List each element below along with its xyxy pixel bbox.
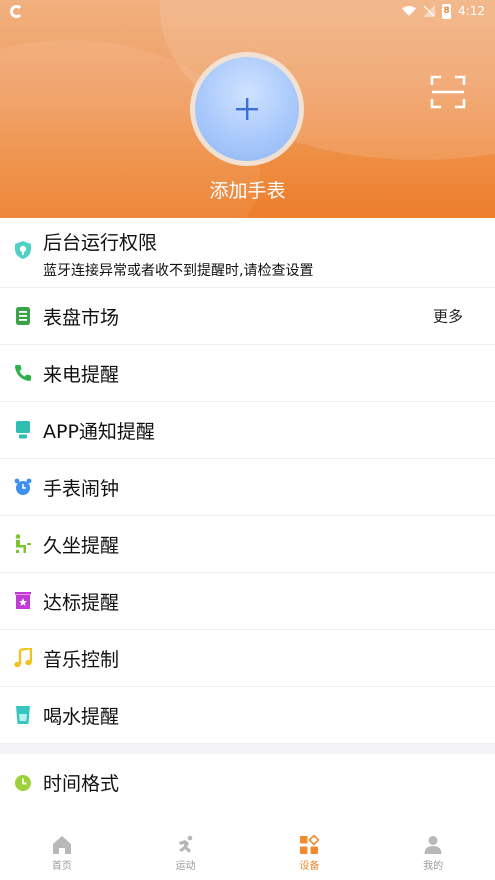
menu-label: 来电提醒 <box>43 363 120 386</box>
water-icon <box>13 705 33 725</box>
menu-label: 音乐控制 <box>43 648 120 671</box>
music-icon <box>13 648 33 668</box>
menu-label: 喝水提醒 <box>43 705 120 728</box>
menu-label: 达标提醒 <box>43 591 120 614</box>
menu-label: 表盘市场 <box>43 306 120 329</box>
tab-label: 运动 <box>175 861 196 872</box>
menu-label: 久坐提醒 <box>43 534 120 557</box>
clock-icon <box>13 773 33 793</box>
menu-label: APP通知提醒 <box>43 420 155 443</box>
home-icon <box>52 836 71 854</box>
profile-icon <box>424 836 442 854</box>
watch-face-market-row[interactable]: 表盘市场 更多 <box>0 288 495 345</box>
menu-label: 手表闹钟 <box>43 477 120 500</box>
alarm-icon <box>13 477 33 497</box>
sedentary-icon <box>13 534 33 554</box>
tab-profile[interactable]: 我的 <box>371 820 495 880</box>
watch-alarm-row[interactable]: 手表闹钟 <box>0 459 495 516</box>
status-time: 4:12 <box>458 4 485 18</box>
goal-reminder-row[interactable]: 达标提醒 <box>0 573 495 630</box>
incoming-call-reminder-row[interactable]: 来电提醒 <box>0 345 495 402</box>
app-notification-row[interactable]: APP通知提醒 <box>0 402 495 459</box>
time-format-row[interactable]: 时间格式 <box>0 754 495 811</box>
section-divider <box>0 744 495 754</box>
watch-face-icon <box>13 306 33 326</box>
status-bar: 8 4:12 <box>0 0 495 22</box>
menu-label: 时间格式 <box>43 773 120 795</box>
permission-title: 后台运行权限 <box>43 232 158 254</box>
scan-icon <box>430 75 466 109</box>
add-watch-button[interactable] <box>190 52 304 166</box>
tab-sport[interactable]: 运动 <box>124 820 248 880</box>
sedentary-reminder-row[interactable]: 久坐提醒 <box>0 516 495 573</box>
background-permission-row[interactable]: 后台运行权限 蓝牙连接异常或者收不到提醒时,请检查设置 <box>0 218 495 288</box>
add-watch-label: 添加手表 <box>209 180 286 202</box>
battery-icon: 8 <box>442 3 452 19</box>
plus-icon <box>236 98 258 120</box>
tab-label: 设备 <box>299 861 320 872</box>
more-link[interactable]: 更多 <box>433 306 463 327</box>
drink-water-reminder-row[interactable]: 喝水提醒 <box>0 687 495 744</box>
phone-icon <box>13 363 33 383</box>
scan-button[interactable] <box>430 74 466 110</box>
shield-icon <box>13 240 33 260</box>
run-icon <box>178 835 192 853</box>
header-banner: 添加手表 <box>0 0 495 218</box>
no-signal-icon <box>423 5 436 17</box>
goal-icon <box>13 591 33 611</box>
notification-icon <box>13 420 33 440</box>
device-icon <box>300 835 320 854</box>
permission-subtitle: 蓝牙连接异常或者收不到提醒时,请检查设置 <box>43 263 314 279</box>
wifi-icon <box>402 5 417 16</box>
app-logo-icon <box>10 4 23 18</box>
tab-label: 首页 <box>51 861 72 872</box>
settings-list: 后台运行权限 蓝牙连接异常或者收不到提醒时,请检查设置 表盘市场 更多 来电提醒… <box>0 218 495 811</box>
tab-device[interactable]: 设备 <box>248 820 372 880</box>
tab-home[interactable]: 首页 <box>0 820 124 880</box>
bottom-tab-bar: 首页 运动 设备 我的 <box>0 820 495 880</box>
music-control-row[interactable]: 音乐控制 <box>0 630 495 687</box>
tab-label: 我的 <box>423 861 444 872</box>
